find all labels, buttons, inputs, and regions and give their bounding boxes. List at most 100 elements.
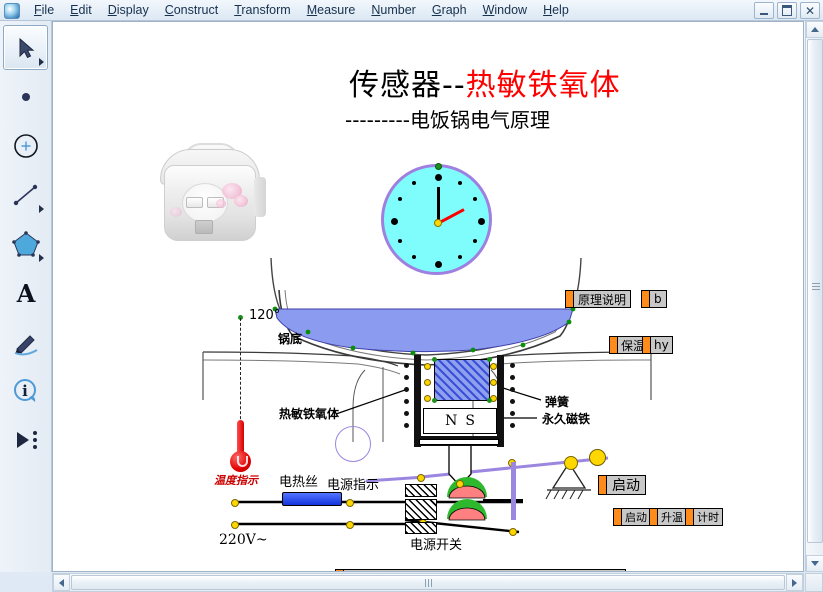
button-start[interactable]: 启动 <box>613 508 651 526</box>
horizontal-scroll-thumb[interactable] <box>71 575 785 590</box>
button-accent-bar <box>614 509 622 525</box>
coil-outer-dot <box>510 375 515 380</box>
clock-minute-hand <box>437 187 440 223</box>
circuit-node <box>346 499 354 507</box>
coil-outer-dot <box>510 411 515 416</box>
button-accent-bar <box>610 337 618 353</box>
coil-outer-dot <box>404 423 409 428</box>
analog-clock[interactable] <box>381 163 492 275</box>
ferrite-vertex <box>487 398 492 403</box>
ferrite-vertex <box>432 398 437 403</box>
menu-item-construct[interactable]: Construct <box>157 0 227 20</box>
point-tool[interactable] <box>3 74 48 119</box>
menu-item-help[interactable]: Help <box>535 0 577 20</box>
menu-item-measure[interactable]: Measure <box>299 0 364 20</box>
maximize-button[interactable] <box>777 2 797 19</box>
label-power-switch: 电源开关 <box>410 538 463 553</box>
coil-outer-dot <box>404 363 409 368</box>
coil-outer-dot <box>404 375 409 380</box>
horizontal-scrollbar[interactable] <box>52 573 804 592</box>
clock-tick-1 <box>458 181 462 185</box>
page-title-black: 传感器-- <box>349 68 466 103</box>
button-principle[interactable]: 原理说明 <box>565 290 632 308</box>
clock-center-point <box>434 219 442 227</box>
coil-outer-dot <box>510 399 515 404</box>
polygon-tool[interactable] <box>3 221 48 266</box>
minimize-button[interactable] <box>754 2 774 19</box>
clock-tick-5 <box>458 255 462 259</box>
menu-item-number[interactable]: Number <box>363 0 423 20</box>
menu-item-window[interactable]: Window <box>475 0 535 20</box>
label-spring: 弹簧 <box>545 395 570 409</box>
coil-core-left <box>414 355 421 447</box>
circuit-node <box>509 528 517 536</box>
ferrite-vertex <box>487 357 492 362</box>
button-label: 几何画板官网www.jihehuaban.com.cn <box>344 570 625 572</box>
scroll-left-button[interactable] <box>53 574 70 591</box>
coil-winding-dot <box>424 395 431 402</box>
vertical-scrollbar[interactable] <box>805 21 823 572</box>
clock-tick-12 <box>435 174 442 181</box>
text-tool[interactable]: A <box>3 270 48 315</box>
coil-outer-dot <box>404 411 409 416</box>
scroll-up-button[interactable] <box>806 21 823 38</box>
sketch-canvas[interactable]: 传感器--热敏铁氧体 ---------电饭锅电气原理 N S 120° 锅底 … <box>53 22 803 571</box>
scroll-down-button[interactable] <box>806 555 823 572</box>
thermometer-guide-line <box>240 318 241 424</box>
tool-expand-arrow-icon[interactable] <box>39 254 44 262</box>
button-heat-up[interactable]: 升温 <box>649 508 687 526</box>
button-accent-bar <box>686 509 694 525</box>
label-temperature-value: 120° <box>249 308 281 323</box>
label-power-indicator: 电源指示 <box>327 478 380 493</box>
label-permanent-magnet: 永久磁铁 <box>542 412 591 426</box>
scroll-right-button[interactable] <box>786 574 803 591</box>
close-button[interactable]: ✕ <box>800 2 820 19</box>
thermometer-bulb <box>230 451 251 472</box>
marker-tool[interactable] <box>3 319 48 364</box>
play-dots-icon <box>16 430 37 449</box>
window-controls: ✕ <box>754 2 820 19</box>
lever-vertical-bar <box>511 462 516 520</box>
line-icon <box>13 184 37 205</box>
button-label: b <box>654 292 662 306</box>
coil-winding-dot <box>490 379 497 386</box>
sketch-document[interactable]: 传感器--热敏铁氧体 ---------电饭锅电气原理 N S 120° 锅底 … <box>52 21 804 572</box>
arrow-select-tool[interactable] <box>3 25 48 70</box>
menu-item-file[interactable]: File <box>26 0 62 20</box>
button-b[interactable]: b <box>641 290 667 308</box>
menu-item-edit[interactable]: Edit <box>62 0 100 20</box>
clock-tick-4 <box>473 239 477 243</box>
arrow-icon <box>19 37 34 58</box>
menu-item-graph[interactable]: Graph <box>424 0 475 20</box>
button-label: 升温 <box>661 511 683 524</box>
straightedge-tool[interactable] <box>3 172 48 217</box>
menu-bar: File Edit Display Construct Transform Me… <box>26 0 577 20</box>
button-start-big[interactable]: 启动 <box>598 475 646 495</box>
button-hy[interactable]: hy <box>642 336 673 354</box>
custom-tool[interactable] <box>3 417 48 462</box>
permanent-magnet-box: N S <box>423 408 497 434</box>
menu-item-transform[interactable]: Transform <box>226 0 299 20</box>
pen-icon <box>14 334 38 355</box>
title-bar: File Edit Display Construct Transform Me… <box>0 0 823 21</box>
information-tool[interactable]: i <box>3 368 48 413</box>
coil-outer-dot <box>510 387 515 392</box>
label-pot-bottom: 锅底 <box>278 332 303 346</box>
magnet-pole-s: S <box>465 413 475 429</box>
clock-tick-8 <box>398 239 402 243</box>
button-website[interactable]: 几何画板官网www.jihehuaban.com.cn <box>335 569 627 572</box>
tool-expand-arrow-icon[interactable] <box>39 205 44 213</box>
lever-pivot-node <box>564 456 578 470</box>
ferrite-vertex <box>432 357 437 362</box>
button-timer[interactable]: 计时 <box>685 508 723 526</box>
compass-circle-tool[interactable] <box>3 123 48 168</box>
lever-end-handle[interactable] <box>589 449 606 466</box>
vertical-scroll-thumb[interactable] <box>807 39 823 543</box>
circuit-node <box>456 480 464 488</box>
menu-item-display[interactable]: Display <box>100 0 157 20</box>
button-accent-bar <box>642 291 650 307</box>
clock-tick-9 <box>391 218 398 225</box>
chevron-right-icon <box>792 578 797 587</box>
tool-expand-arrow-icon[interactable] <box>39 58 44 66</box>
coil-winding-dot <box>424 363 431 370</box>
